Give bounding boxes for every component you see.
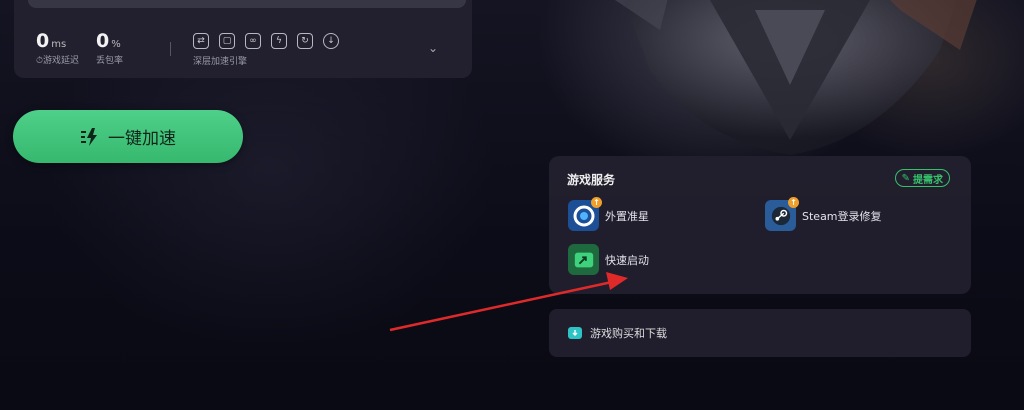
monitor-icon[interactable]: ▢ (219, 33, 235, 49)
cloud-download-icon (568, 327, 582, 339)
accelerate-bolt-icon (81, 127, 97, 146)
game-banner-strip (28, 0, 466, 8)
game-services-title: 游戏服务 (567, 173, 616, 187)
loss-value: 0 (96, 30, 110, 52)
packet-loss-stat: 0% 丢包率 (96, 30, 123, 66)
pen-icon: ✎ (901, 172, 910, 184)
latency-label: 游戏延迟 (43, 56, 80, 66)
loss-label: 丢包率 (96, 56, 124, 66)
service-crosshair[interactable]: ↑ 外置准星 (568, 197, 649, 231)
swap-icon[interactable]: ⇄ (193, 33, 209, 49)
loss-unit: % (111, 39, 121, 50)
quick-launch-icon (568, 244, 599, 275)
engine-toolbar: ⇄ ▢ ∞ ϟ ↻ ↓ (193, 33, 339, 49)
service-quick-launch[interactable]: 快速启动 (568, 244, 649, 275)
request-button[interactable]: ✎ 提需求 (894, 169, 950, 187)
purchase-label: 游戏购买和下载 (590, 327, 667, 340)
crosshair-icon: ↑ (568, 197, 602, 231)
service-steam-fix[interactable]: ↑ Steam登录修复 (765, 197, 882, 231)
badge-icon: ↑ (591, 197, 602, 208)
latency-unit: ms (51, 39, 67, 50)
latency-value: 0 (36, 30, 50, 52)
one-click-accelerate-button[interactable]: 一键加速 (13, 110, 243, 163)
bolt-icon[interactable]: ϟ (271, 33, 287, 49)
latency-icon: ⏱ (36, 56, 44, 66)
link-icon[interactable]: ∞ (245, 33, 261, 49)
chevron-down-icon[interactable]: ⌄ (428, 41, 438, 55)
request-label: 提需求 (913, 174, 943, 186)
badge-icon: ↑ (788, 197, 799, 208)
download-icon[interactable]: ↓ (323, 33, 339, 49)
accelerate-label: 一键加速 (108, 129, 176, 149)
game-artwork (615, 0, 977, 155)
divider (170, 42, 171, 56)
steam-icon: ↑ (765, 197, 799, 231)
service-label: 快速启动 (605, 253, 649, 267)
latency-stat: 0 ms ⏱游戏延迟 (36, 30, 79, 66)
deep-engine-label: 深层加速引擎 (193, 57, 248, 67)
service-label: 外置准星 (605, 209, 649, 223)
game-services-card: 游戏服务 ✎ 提需求 ↑ 外置准星 ↑ Steam登录修复 快速启动 (549, 156, 971, 294)
refresh-icon[interactable]: ↻ (297, 33, 313, 49)
service-label: Steam登录修复 (802, 209, 882, 223)
purchase-download-row[interactable]: 游戏购买和下载 (549, 309, 971, 357)
